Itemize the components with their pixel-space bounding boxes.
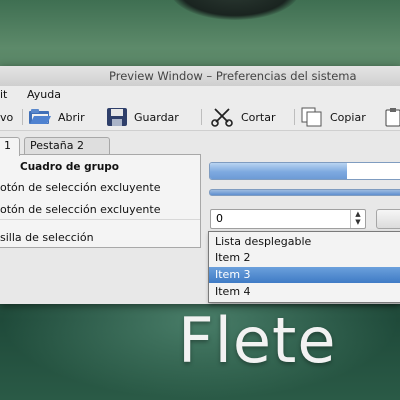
tab-1-label: 1 (4, 139, 11, 152)
spin-down-icon[interactable]: ▼ (351, 218, 365, 226)
dropdown-list: Lista desplegable Item 2 Item 3 Item 4 (208, 231, 400, 303)
scissors-icon (211, 108, 233, 127)
radio-option-2[interactable]: otón de selección excluyente (0, 203, 160, 216)
spin-value: 0 (216, 212, 223, 225)
tab-2-label: Pestaña 2 (30, 139, 85, 152)
tab-1[interactable]: 1 (0, 137, 20, 156)
cut-button[interactable]: Cortar (211, 107, 276, 127)
dropdown-item[interactable]: Item 2 (209, 250, 400, 266)
tab-bar: 1 Pestaña 2 (0, 137, 400, 156)
menu-edit[interactable]: it (0, 88, 7, 101)
save-label: Guardar (134, 110, 179, 124)
brand-text: Flete (178, 304, 337, 377)
tab-2[interactable]: Pestaña 2 (24, 137, 110, 155)
menu-bar: it Ayuda (0, 86, 400, 104)
cut-label: Cortar (241, 110, 276, 124)
slider-track[interactable] (209, 189, 400, 196)
dropdown-item[interactable]: Item 4 (209, 284, 400, 300)
progress-fill (210, 163, 348, 179)
paste-button[interactable] (385, 107, 400, 127)
toolbar-separator (22, 109, 23, 125)
checkbox-option[interactable]: silla de selección (0, 231, 94, 244)
dropdown-item-label: Lista desplegable (215, 235, 312, 248)
dropdown-item-label: Item 2 (215, 251, 251, 264)
window-title: Preview Window – Preferencias del sistem… (109, 69, 357, 83)
progress-text: 70% (362, 164, 386, 175)
floppy-disk-icon (107, 108, 127, 126)
divider (0, 219, 200, 220)
new-label: vo (0, 110, 14, 124)
copy-button[interactable]: Copiar (300, 107, 366, 127)
spin-box[interactable]: 0 ▲ ▼ (210, 209, 366, 229)
copy-icon (301, 107, 322, 127)
paste-icon (385, 108, 400, 127)
toolbar: vo Abrir Guardar Cortar Copiar (0, 104, 400, 131)
wallpaper-shape (170, 0, 300, 20)
open-button[interactable]: Abrir (28, 107, 85, 127)
group-title: Cuadro de grupo (20, 161, 120, 173)
folder-open-icon (29, 109, 51, 124)
toolbar-separator (294, 109, 295, 125)
dropdown-item[interactable]: Lista desplegable (209, 234, 400, 250)
new-button[interactable]: vo (0, 107, 13, 127)
button[interactable] (376, 209, 400, 229)
spin-arrows[interactable]: ▲ ▼ (350, 210, 365, 228)
title-bar[interactable]: Preview Window – Preferencias del sistem… (0, 66, 400, 87)
toolbar-separator (201, 109, 202, 125)
dropdown-item-label: Item 3 (215, 268, 251, 281)
open-label: Abrir (58, 110, 85, 124)
spin-up-icon[interactable]: ▲ (351, 210, 365, 218)
menu-help[interactable]: Ayuda (27, 88, 61, 101)
dropdown-item-selected[interactable]: Item 3 (209, 267, 400, 283)
radio-option-1[interactable]: otón de selección excluyente (0, 181, 160, 194)
progress-bar: 70% (209, 162, 400, 180)
group-box: Cuadro de grupo otón de selección excluy… (0, 154, 201, 248)
save-button[interactable]: Guardar (106, 107, 179, 127)
copy-label: Copiar (330, 110, 366, 124)
dropdown-item-label: Item 4 (215, 285, 251, 298)
